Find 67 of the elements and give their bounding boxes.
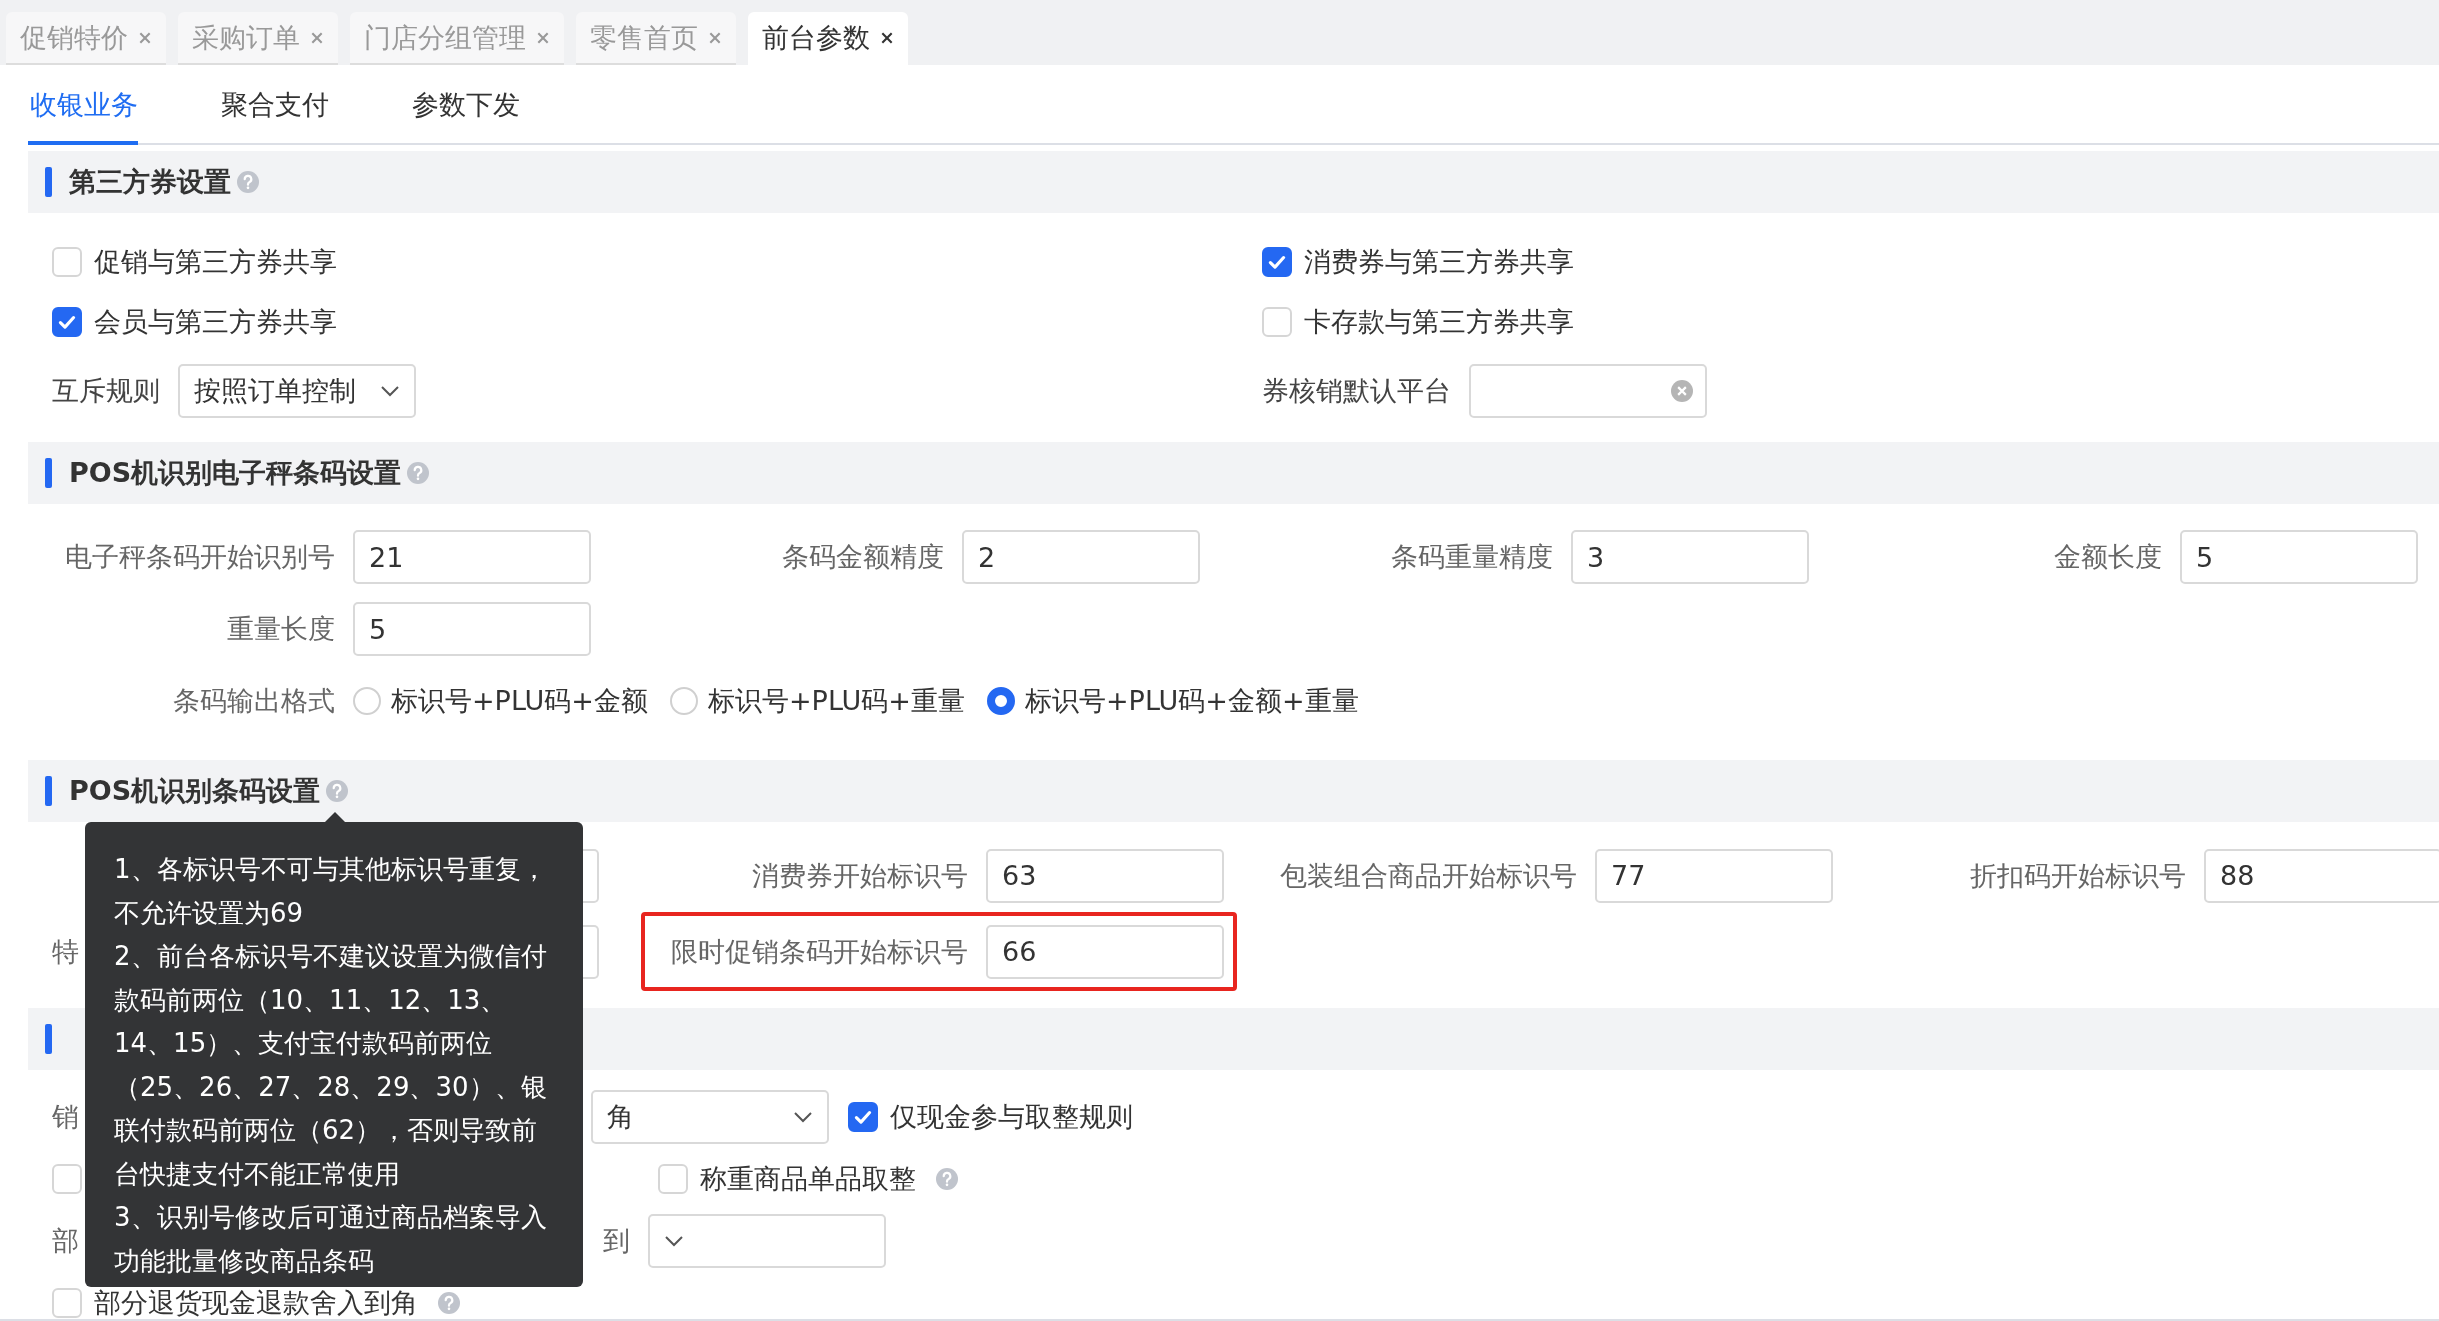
help-icon[interactable] — [438, 1292, 460, 1314]
field-label: 重量长度 — [226, 612, 335, 646]
section-title: 第三方券设置 — [69, 165, 231, 199]
input-field[interactable]: 88 — [2204, 848, 2439, 903]
caret-icon — [793, 1111, 813, 1123]
accent-bar — [45, 458, 52, 488]
checkbox-label: 会员与第三方券共享 — [94, 305, 337, 339]
field-label: 销 — [52, 1100, 79, 1134]
clear-icon[interactable] — [1671, 380, 1693, 402]
field-label: 消费券开始标识号 — [751, 858, 968, 893]
section-title: POS机识别电子秤条码设置 — [69, 456, 402, 490]
field-label: 到 — [603, 1224, 630, 1258]
caret-icon — [664, 1235, 684, 1247]
checkbox[interactable] — [1262, 247, 1292, 277]
input-field[interactable]: 21 — [353, 530, 591, 584]
checkbox-label: 称重商品单品取整 — [700, 1162, 916, 1196]
field-label: 部 — [52, 1224, 79, 1258]
tooltip-text: 3、识别号修改后可通过商品档案导入功能批量修改商品条码 — [114, 1201, 548, 1278]
field-label: 条码重量精度 — [1390, 540, 1553, 574]
radio-label: 标识号+PLU码+金额 — [391, 684, 648, 718]
subtab[interactable]: 聚合支付 — [219, 65, 329, 145]
field-label: 包装组合商品开始标识号 — [1279, 858, 1577, 893]
field-label: 条码输出格式 — [172, 684, 335, 718]
input-field[interactable]: 77 — [1595, 848, 1833, 903]
radio-label: 标识号+PLU码+重量 — [708, 684, 965, 718]
checkbox-label: 仅现金参与取整规则 — [890, 1100, 1133, 1134]
checkbox-label: 消费券与第三方券共享 — [1304, 245, 1574, 279]
close-icon[interactable] — [880, 30, 894, 45]
section-title: POS机识别条码设置 — [69, 774, 321, 808]
accent-bar — [45, 1024, 52, 1054]
field-label: 条码金额精度 — [781, 540, 944, 574]
subtab[interactable]: 参数下发 — [410, 65, 520, 145]
tab[interactable]: 前台参数 — [748, 12, 908, 65]
dropdown[interactable]: 按照订单控制 — [178, 364, 416, 418]
help-icon[interactable] — [407, 462, 430, 484]
input-field[interactable]: 66 — [986, 924, 1224, 979]
checkbox-label: 促销与第三方券共享 — [94, 245, 337, 279]
input-field[interactable]: 5 — [353, 602, 591, 656]
dropdown[interactable]: 角 — [591, 1090, 829, 1144]
help-icon[interactable] — [326, 780, 349, 802]
input-field[interactable]: 63 — [986, 848, 1224, 903]
field-label: 互斥规则 — [52, 374, 160, 408]
help-icon[interactable] — [936, 1168, 958, 1190]
checkbox-label: 部分退货现金退款舍入到角 — [94, 1286, 418, 1319]
checkbox-label: 卡存款与第三方券共享 — [1304, 305, 1574, 339]
field-label: 限时促销条码开始标识号 — [670, 934, 968, 969]
dropdown[interactable] — [648, 1214, 886, 1268]
subtab[interactable]: 收银业务 — [28, 65, 138, 145]
checkbox[interactable] — [848, 1102, 878, 1132]
accent-bar — [45, 167, 52, 197]
input-field[interactable]: 2 — [962, 530, 1200, 584]
radio-button[interactable] — [987, 687, 1015, 715]
input-field[interactable]: 3 — [1571, 530, 1809, 584]
radio-label: 标识号+PLU码+金额+重量 — [1025, 684, 1359, 718]
field-label: 券核销默认平台 — [1262, 374, 1451, 408]
tooltip-text: 2、前台各标识号不建议设置为微信付款码前两位（10、11、12、13、14、15）、支付宝付款码前两位（25、26、27、28、29、30）、银联付款码前两位（62），否则导致前台快捷支付不能正常使用 — [114, 940, 548, 1191]
field-label: 金额长度 — [2053, 540, 2162, 574]
accent-bar — [45, 776, 52, 806]
caret-icon — [380, 385, 400, 397]
field-label: 特 — [52, 935, 79, 967]
input-field[interactable]: 5 — [2180, 530, 2418, 584]
tooltip-text: 1、各标识号不可与其他标识号重复，不允许设置为69 — [114, 853, 548, 930]
input-field[interactable] — [1469, 364, 1707, 418]
field-label: 电子秤条码开始识别号 — [64, 540, 335, 574]
checkbox[interactable] — [52, 307, 82, 337]
field-label: 折扣码开始标识号 — [1969, 858, 2186, 893]
help-icon[interactable] — [237, 171, 259, 193]
